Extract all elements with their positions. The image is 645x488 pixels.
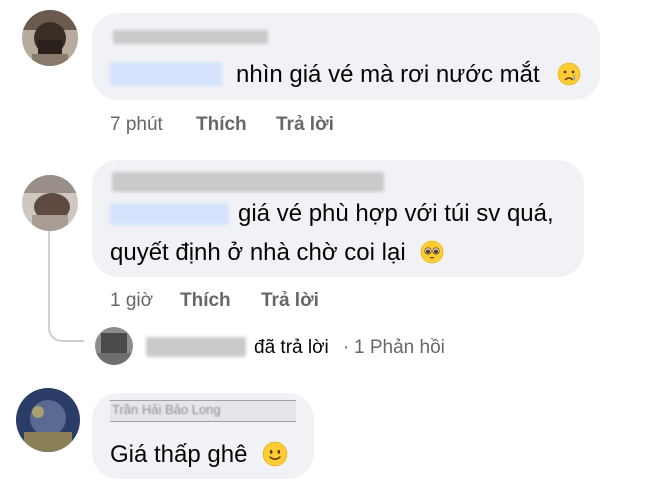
mention-tag-redacted[interactable] [110,62,222,86]
comment-time[interactable]: 7 phút [110,114,163,136]
avatar[interactable] [22,175,78,231]
comment-text-line2: quyết định ở nhà chờ coi lại [110,239,406,266]
reply-button[interactable]: Trả lời [261,290,319,312]
replied-label[interactable]: đã trả lời [254,337,329,359]
thread-connector [48,300,84,342]
like-button[interactable]: Thích [196,114,247,136]
comment-text-line1: giá vé phù hợp với túi sv quá, [238,200,554,227]
author-name-redacted[interactable] [112,172,384,192]
author-name: Trần Hải Bảo Long [112,402,221,417]
replier-name-redacted[interactable] [146,337,246,357]
author-name-redacted[interactable]: Trần Hải Bảo Long [110,400,296,422]
like-button[interactable]: Thích [180,290,231,312]
pleading-face-icon [420,240,444,264]
comment-time[interactable]: 1 giờ [110,290,153,312]
reply-avatar[interactable] [95,327,133,365]
mention-tag-redacted[interactable] [110,203,229,225]
avatar[interactable] [22,10,78,66]
reply-button[interactable]: Trả lời [276,114,334,136]
comment-text: Giá thấp ghê [110,441,248,468]
author-name-redacted[interactable] [113,30,268,44]
reply-count[interactable]: 1 Phản hồi [354,337,445,359]
crying-face-icon [557,62,581,86]
avatar[interactable] [16,388,80,452]
comment-text: nhìn giá vé mà rơi nước mắt [236,61,540,88]
slightly-smiling-face-icon [262,441,288,467]
separator: · [343,337,350,358]
